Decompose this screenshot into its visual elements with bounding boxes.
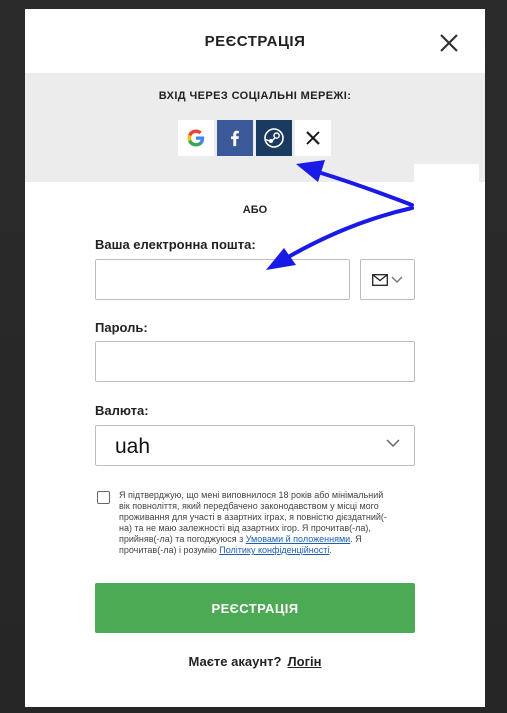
band-notch	[414, 164, 479, 182]
privacy-policy-link[interactable]: Політику конфіденційності	[219, 545, 329, 555]
register-button[interactable]: РЕЄСТРАЦІЯ	[95, 583, 415, 633]
social-buttons	[178, 120, 331, 156]
x-login-button[interactable]	[295, 120, 331, 156]
facebook-login-button[interactable]	[217, 120, 253, 156]
close-icon	[440, 34, 458, 52]
close-button[interactable]	[437, 31, 461, 55]
registration-modal: РЕЄСТРАЦІЯ ВХІД ЧЕРЕЗ СОЦІАЛЬНІ МЕРЕЖІ:	[25, 9, 485, 707]
currency-value: uah	[115, 435, 151, 458]
steam-login-button[interactable]	[256, 120, 292, 156]
email-field[interactable]	[95, 259, 350, 300]
social-login-title: ВХІД ЧЕРЕЗ СОЦІАЛЬНІ МЕРЕЖІ:	[158, 90, 352, 102]
chevron-down-icon	[386, 439, 400, 448]
modal-title: РЕЄСТРАЦІЯ	[204, 33, 306, 50]
chevron-down-icon	[391, 276, 403, 283]
steam-icon	[264, 128, 284, 148]
password-label: Пароль:	[95, 320, 148, 335]
currency-label: Валюта:	[95, 403, 149, 418]
terms-text: Я підтверджую, що мені виповнилося 18 ро…	[119, 490, 389, 556]
terms-text-part: .	[329, 545, 332, 555]
x-icon	[305, 130, 321, 146]
email-label: Ваша електронна пошта:	[95, 237, 256, 252]
facebook-icon	[231, 130, 239, 147]
login-link[interactable]: Логін	[288, 654, 322, 669]
google-icon	[187, 129, 205, 147]
currency-select[interactable]: uah	[95, 425, 415, 466]
or-divider: АБО	[242, 204, 268, 216]
envelope-icon	[372, 273, 388, 286]
terms-link[interactable]: Умовами й положеннями	[246, 534, 350, 544]
google-login-button[interactable]	[178, 120, 214, 156]
login-prompt: Маєте акаунт?	[188, 654, 282, 669]
password-field[interactable]	[95, 341, 415, 382]
login-prompt-line: Маєте акаунт? Логін	[25, 654, 485, 669]
terms-checkbox[interactable]	[97, 491, 110, 504]
contact-type-select[interactable]	[360, 259, 415, 300]
